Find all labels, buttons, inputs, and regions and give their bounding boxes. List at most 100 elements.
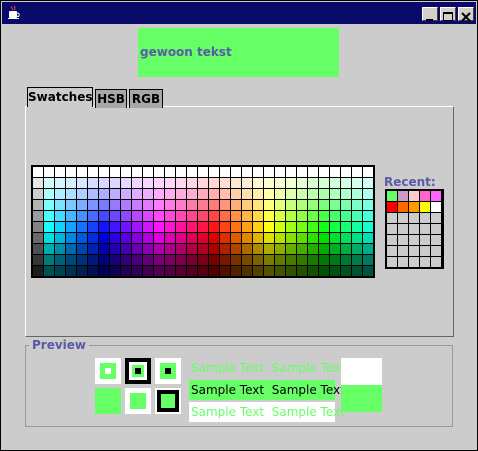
swatch-cell[interactable] bbox=[264, 211, 274, 221]
swatch-cell[interactable] bbox=[352, 189, 362, 199]
swatch-cell[interactable] bbox=[33, 211, 43, 221]
swatch-cell[interactable] bbox=[286, 167, 296, 177]
maximize-button[interactable] bbox=[440, 7, 456, 21]
swatch-cell[interactable] bbox=[341, 244, 351, 254]
swatch-cell[interactable] bbox=[319, 222, 329, 232]
recent-swatch-cell[interactable] bbox=[387, 246, 397, 256]
swatch-cell[interactable] bbox=[165, 266, 175, 276]
swatch-cell[interactable] bbox=[275, 255, 285, 265]
swatch-cell[interactable] bbox=[352, 233, 362, 243]
swatch-cell[interactable] bbox=[44, 200, 54, 210]
swatch-cell[interactable] bbox=[341, 266, 351, 276]
swatch-cell[interactable] bbox=[176, 222, 186, 232]
swatch-cell[interactable] bbox=[143, 189, 153, 199]
swatch-cell[interactable] bbox=[33, 189, 43, 199]
swatch-cell[interactable] bbox=[198, 189, 208, 199]
minimize-button[interactable] bbox=[422, 7, 438, 21]
swatch-cell[interactable] bbox=[242, 266, 252, 276]
swatch-cell[interactable] bbox=[198, 178, 208, 188]
swatch-cell[interactable] bbox=[154, 200, 164, 210]
swatch-cell[interactable] bbox=[165, 233, 175, 243]
swatch-cell[interactable] bbox=[154, 211, 164, 221]
recent-swatch-cell[interactable] bbox=[398, 257, 408, 267]
swatch-cell[interactable] bbox=[198, 266, 208, 276]
swatch-cell[interactable] bbox=[121, 167, 131, 177]
swatch-cell[interactable] bbox=[77, 233, 87, 243]
swatch-cell[interactable] bbox=[363, 211, 373, 221]
swatch-cell[interactable] bbox=[176, 255, 186, 265]
swatch-cell[interactable] bbox=[187, 266, 197, 276]
swatch-cell[interactable] bbox=[121, 266, 131, 276]
swatch-cell[interactable] bbox=[242, 189, 252, 199]
swatch-cell[interactable] bbox=[143, 167, 153, 177]
recent-swatch-cell[interactable] bbox=[387, 213, 397, 223]
swatch-cell[interactable] bbox=[77, 200, 87, 210]
swatch-cell[interactable] bbox=[99, 255, 109, 265]
swatch-cell[interactable] bbox=[77, 189, 87, 199]
swatch-cell[interactable] bbox=[176, 200, 186, 210]
swatch-cell[interactable] bbox=[66, 244, 76, 254]
swatch-cell[interactable] bbox=[264, 255, 274, 265]
recent-swatch-cell[interactable] bbox=[431, 235, 441, 245]
swatch-cell[interactable] bbox=[88, 200, 98, 210]
swatch-cell[interactable] bbox=[297, 211, 307, 221]
recent-swatch-cell[interactable] bbox=[420, 246, 430, 256]
recent-swatch-cell[interactable] bbox=[431, 246, 441, 256]
close-button[interactable] bbox=[458, 7, 474, 22]
swatch-cell[interactable] bbox=[154, 167, 164, 177]
swatch-cell[interactable] bbox=[308, 222, 318, 232]
swatch-cell[interactable] bbox=[242, 178, 252, 188]
swatch-cell[interactable] bbox=[198, 233, 208, 243]
swatch-cell[interactable] bbox=[253, 244, 263, 254]
swatch-cell[interactable] bbox=[55, 233, 65, 243]
swatch-cell[interactable] bbox=[253, 255, 263, 265]
swatch-cell[interactable] bbox=[209, 222, 219, 232]
swatch-cell[interactable] bbox=[209, 200, 219, 210]
swatch-cell[interactable] bbox=[154, 266, 164, 276]
swatch-cell[interactable] bbox=[220, 200, 230, 210]
recent-swatch-cell[interactable] bbox=[431, 257, 441, 267]
recent-swatch-grid[interactable] bbox=[385, 189, 444, 269]
swatch-cell[interactable] bbox=[297, 189, 307, 199]
swatch-cell[interactable] bbox=[110, 222, 120, 232]
recent-swatch-cell[interactable] bbox=[431, 202, 441, 212]
swatch-cell[interactable] bbox=[176, 233, 186, 243]
swatch-cell[interactable] bbox=[44, 266, 54, 276]
swatch-cell[interactable] bbox=[253, 233, 263, 243]
swatch-cell[interactable] bbox=[209, 211, 219, 221]
swatch-cell[interactable] bbox=[352, 178, 362, 188]
swatch-cell[interactable] bbox=[286, 178, 296, 188]
swatch-cell[interactable] bbox=[77, 244, 87, 254]
swatch-cell[interactable] bbox=[187, 255, 197, 265]
swatch-cell[interactable] bbox=[275, 233, 285, 243]
swatch-cell[interactable] bbox=[44, 233, 54, 243]
recent-swatch-cell[interactable] bbox=[420, 202, 430, 212]
swatch-cell[interactable] bbox=[209, 189, 219, 199]
swatch-cell[interactable] bbox=[99, 233, 109, 243]
swatch-cell[interactable] bbox=[352, 222, 362, 232]
swatch-cell[interactable] bbox=[66, 189, 76, 199]
tab-swatches[interactable]: Swatches bbox=[27, 87, 93, 107]
swatch-cell[interactable] bbox=[220, 178, 230, 188]
swatch-cell[interactable] bbox=[220, 244, 230, 254]
swatch-cell[interactable] bbox=[319, 189, 329, 199]
swatch-cell[interactable] bbox=[330, 244, 340, 254]
swatch-cell[interactable] bbox=[308, 266, 318, 276]
swatch-cell[interactable] bbox=[165, 211, 175, 221]
swatch-cell[interactable] bbox=[66, 222, 76, 232]
swatch-cell[interactable] bbox=[308, 211, 318, 221]
swatch-cell[interactable] bbox=[286, 189, 296, 199]
recent-swatch-cell[interactable] bbox=[420, 224, 430, 234]
tab-rgb[interactable]: RGB bbox=[129, 89, 163, 108]
swatch-cell[interactable] bbox=[88, 189, 98, 199]
swatch-cell[interactable] bbox=[209, 233, 219, 243]
swatch-cell[interactable] bbox=[242, 244, 252, 254]
swatch-cell[interactable] bbox=[275, 189, 285, 199]
swatch-cell[interactable] bbox=[275, 178, 285, 188]
swatch-cell[interactable] bbox=[187, 167, 197, 177]
swatch-cell[interactable] bbox=[297, 178, 307, 188]
swatch-cell[interactable] bbox=[319, 200, 329, 210]
swatch-cell[interactable] bbox=[143, 244, 153, 254]
swatch-cell[interactable] bbox=[176, 167, 186, 177]
swatch-cell[interactable] bbox=[253, 222, 263, 232]
